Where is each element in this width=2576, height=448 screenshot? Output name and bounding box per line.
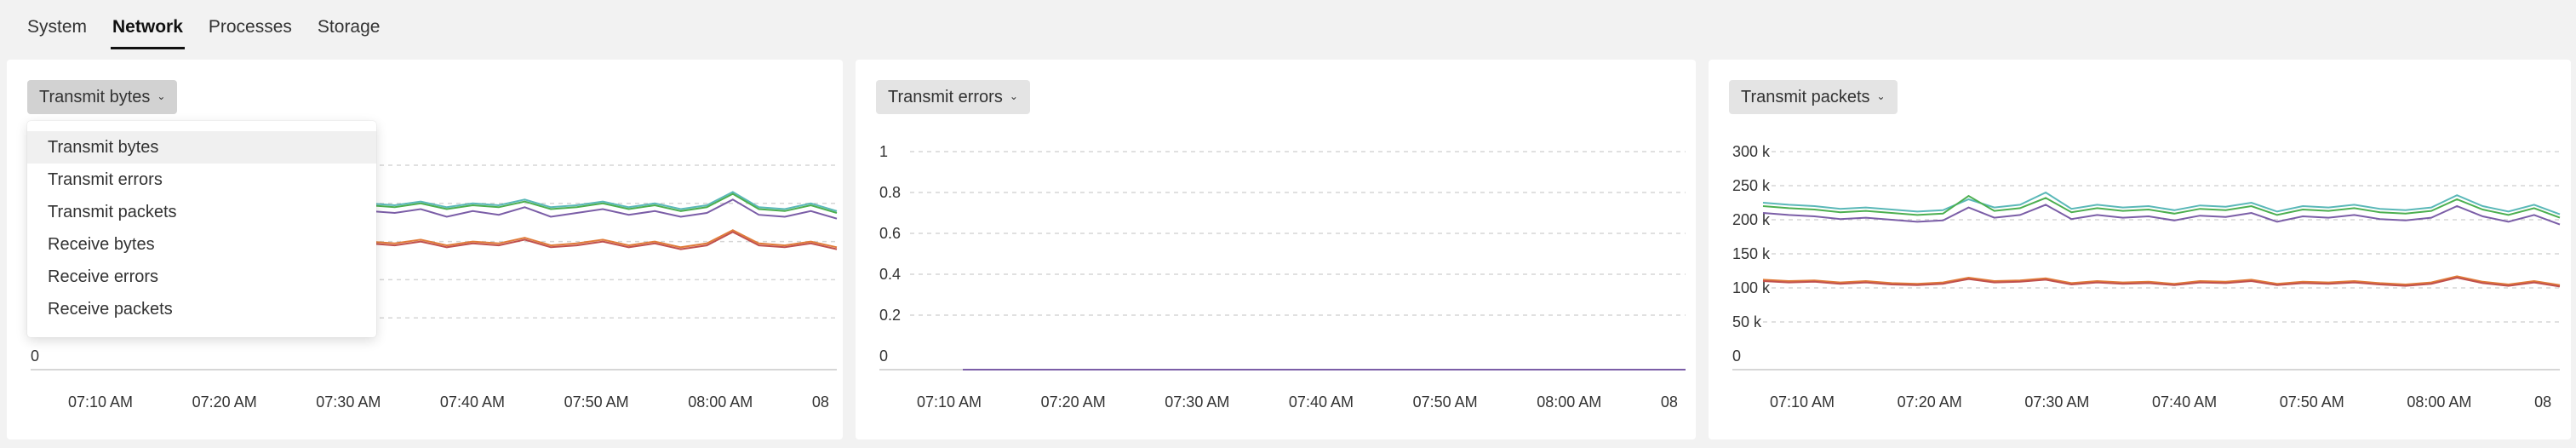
x-tick-label: 08 xyxy=(2534,393,2551,411)
x-tick-label: 08:00 AM xyxy=(688,393,753,411)
tab-system[interactable]: System xyxy=(26,9,89,46)
metric-dropdown-label: Transmit errors xyxy=(888,87,1003,106)
transmit-errors-panel: 0 0.2 0.4 0.6 0.8 1 07:10 AM 07:20 AM 07:30 AM 07… xyxy=(856,60,1696,439)
x-tick-label: 07:20 AM xyxy=(1898,393,1962,411)
transmit-bytes-panel: 0 07:10 AM 07:20 AM 07:30 AM 07:40 AM 07:50 A… xyxy=(7,60,843,439)
y-tick-label: 250 k xyxy=(1732,177,1771,194)
x-tick-label: 08:00 AM xyxy=(2407,393,2471,411)
menu-item-transmit-bytes[interactable]: Transmit bytes xyxy=(27,131,376,164)
x-tick-label: 07:50 AM xyxy=(2280,393,2344,411)
view-tabs: System Network Processes Storage xyxy=(26,0,404,55)
menu-item-transmit-packets[interactable]: Transmit packets xyxy=(27,196,376,228)
y-tick-label: 0.8 xyxy=(879,184,901,201)
x-tick-label: 07:10 AM xyxy=(1770,393,1835,411)
x-tick-label: 07:30 AM xyxy=(1165,393,1229,411)
x-tick-label: 07:10 AM xyxy=(68,393,133,411)
menu-item-transmit-errors[interactable]: Transmit errors xyxy=(27,164,376,196)
metric-dropdown-button[interactable]: Transmit errors ⌄ xyxy=(876,80,1030,114)
metric-dropdown-label: Transmit packets xyxy=(1741,87,1870,106)
y-tick-label: 0.2 xyxy=(879,307,901,324)
x-tick-label: 07:30 AM xyxy=(316,393,381,411)
menu-item-receive-bytes[interactable]: Receive bytes xyxy=(27,228,376,261)
x-tick-label: 08 xyxy=(812,393,829,411)
x-tick-label: 07:40 AM xyxy=(440,393,505,411)
chevron-down-icon: ⌄ xyxy=(157,90,166,102)
y-tick-label: 50 k xyxy=(1732,313,1762,330)
y-tick-label: 300 k xyxy=(1732,143,1771,160)
y-tick-label: 0.4 xyxy=(879,266,901,283)
x-tick-label: 07:40 AM xyxy=(1289,393,1354,411)
transmit-errors-chart: 0 0.2 0.4 0.6 0.8 1 07:10 AM 07:20 AM 07:30 AM 07… xyxy=(879,143,1686,411)
x-tick-label: 07:20 AM xyxy=(1041,393,1106,411)
x-tick-label: 07:50 AM xyxy=(564,393,629,411)
y-tick-label: 0 xyxy=(879,347,888,365)
transmit-packets-chart: 050 k100 k150 k200 k250 k300 k07:10 AM 07… xyxy=(1732,143,2561,411)
transmit-packets-panel: 0 50 k 100 k 150 k 200 k 250 k 300 k 07:10 AM 07… xyxy=(1709,60,2571,439)
x-tick-label: 08:00 AM xyxy=(1537,393,1601,411)
tab-storage[interactable]: Storage xyxy=(316,9,382,46)
metric-dropdown-button[interactable]: Transmit packets ⌄ xyxy=(1729,80,1898,114)
x-tick-label: 07:10 AM xyxy=(917,393,982,411)
x-tick-label: 07:30 AM xyxy=(2024,393,2089,411)
x-tick-label: 07:40 AM xyxy=(2152,393,2217,411)
y-tick-label: 150 k xyxy=(1732,245,1771,262)
tab-processes[interactable]: Processes xyxy=(207,9,294,46)
tab-network[interactable]: Network xyxy=(111,9,185,49)
chevron-down-icon: ⌄ xyxy=(1876,90,1886,102)
metric-dropdown-label: Transmit bytes xyxy=(39,87,151,106)
metric-dropdown-button[interactable]: Transmit bytes ⌄ xyxy=(27,80,178,114)
menu-item-receive-packets[interactable]: Receive packets xyxy=(27,293,376,325)
y-tick-label: 0.6 xyxy=(879,225,901,242)
x-tick-label: 07:20 AM xyxy=(192,393,257,411)
metric-dropdown-menu: Transmit bytes Transmit errors Transmit … xyxy=(27,121,376,337)
y-tick-label: 0 xyxy=(1732,347,1741,365)
y-tick-label: 1 xyxy=(879,143,888,160)
y-tick-label: 0 xyxy=(31,347,39,365)
chevron-down-icon: ⌄ xyxy=(1009,90,1018,102)
menu-item-receive-errors[interactable]: Receive errors xyxy=(27,261,376,293)
x-tick-label: 08 xyxy=(1661,393,1678,411)
x-tick-label: 07:50 AM xyxy=(1413,393,1478,411)
